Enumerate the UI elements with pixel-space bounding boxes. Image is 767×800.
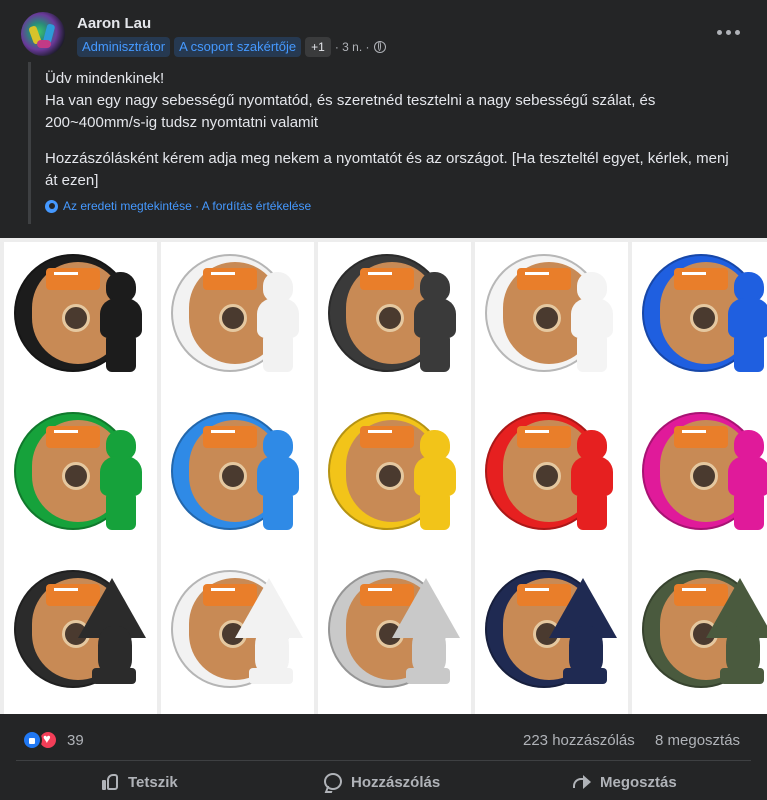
post-meta: Adminisztrátor A csoport szakértője +1 ·… <box>77 37 386 57</box>
post-actions: Tetszik Hozzászólás Megosztás <box>0 764 767 800</box>
avatar-shape <box>37 40 51 48</box>
printed-bust-figure <box>567 430 615 530</box>
translation-links[interactable]: Az eredeti megtekintése · A fordítás ért… <box>63 199 311 213</box>
like-label: Tetszik <box>128 773 178 791</box>
filament-product-image <box>161 400 314 558</box>
author-name[interactable]: Aaron Lau <box>77 15 151 32</box>
printed-bust-figure <box>253 430 301 530</box>
printed-dragon-figure <box>78 578 148 690</box>
filament-product-image <box>475 558 628 714</box>
printed-bust-figure <box>724 430 767 530</box>
filament-product-image <box>318 558 471 714</box>
post-photo[interactable] <box>0 238 767 714</box>
filament-product-image <box>632 558 767 714</box>
more-options-icon[interactable] <box>716 22 740 42</box>
filament-product-image <box>318 242 471 400</box>
comment-button[interactable]: Hozzászólás <box>323 764 440 800</box>
post-body: Üdv mindenkinek! Ha van egy nagy sebessé… <box>28 62 743 224</box>
divider <box>16 760 751 761</box>
filament-product-image <box>475 400 628 558</box>
printed-dragon-figure <box>235 578 305 690</box>
filament-product-image <box>4 400 157 558</box>
filament-product-image <box>632 400 767 558</box>
printed-bust-figure <box>567 272 615 372</box>
share-arrow-icon <box>572 772 592 792</box>
printed-bust-figure <box>96 272 144 372</box>
post-stats: 39 223 hozzászólás 8 megosztás <box>0 722 767 758</box>
post-paragraph: Hozzászólásként kérem adja meg nekem a n… <box>45 150 729 189</box>
printed-bust-figure <box>96 430 144 530</box>
author-avatar[interactable] <box>21 12 65 56</box>
translate-gear-icon <box>45 199 58 213</box>
printed-bust-figure <box>410 430 458 530</box>
badge-group-expert[interactable]: A csoport szakértője <box>174 37 302 57</box>
post-paragraph: Üdv mindenkinek! Ha van egy nagy sebessé… <box>45 70 656 131</box>
globe-icon <box>373 41 386 53</box>
printed-dragon-figure <box>549 578 619 690</box>
badge-admin[interactable]: Adminisztrátor <box>77 37 171 57</box>
comment-label: Hozzászólás <box>351 773 441 791</box>
printed-bust-figure <box>253 272 301 372</box>
comments-count[interactable]: 223 hozzászólás <box>523 732 635 749</box>
filament-product-image <box>632 242 767 400</box>
post-header: Aaron Lau Adminisztrátor A csoport szaké… <box>0 0 767 60</box>
comment-bubble-icon <box>323 772 343 792</box>
filament-product-image <box>318 400 471 558</box>
printed-dragon-figure <box>392 578 462 690</box>
filament-product-image <box>475 242 628 400</box>
post-time[interactable]: · 3 n. · <box>335 40 370 54</box>
badge-more[interactable]: +1 <box>305 37 331 57</box>
filament-product-image <box>161 558 314 714</box>
filament-product-image <box>161 242 314 400</box>
reaction-count[interactable]: 39 <box>67 732 84 749</box>
share-button[interactable]: Megosztás <box>572 764 677 800</box>
share-label: Megosztás <box>600 773 677 791</box>
printed-dragon-figure <box>706 578 767 690</box>
shares-count[interactable]: 8 megosztás <box>655 732 740 749</box>
printed-bust-figure <box>724 272 767 372</box>
filament-product-image <box>4 558 157 714</box>
filament-product-image <box>4 242 157 400</box>
like-button[interactable]: Tetszik <box>100 764 178 800</box>
thumbs-up-icon <box>100 772 120 792</box>
like-reaction-icon[interactable] <box>22 730 42 750</box>
printed-bust-figure <box>410 272 458 372</box>
translation-bar: Az eredeti megtekintése · A fordítás ért… <box>45 199 311 213</box>
